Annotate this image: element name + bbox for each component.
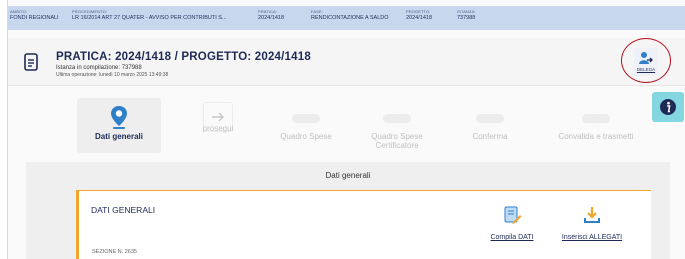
page-title: PRATICA: 2024/1418 / PROGETTO: 2024/1418	[56, 51, 311, 63]
step-placeholder	[383, 114, 411, 123]
document-icon	[24, 53, 38, 71]
step-label: Quadro Spese	[280, 132, 332, 141]
step-convalida-trasmetti[interactable]: Convalida e trasmetti	[546, 98, 646, 153]
instance-status: Istanza in compilazione: 737988	[56, 65, 142, 71]
step-conferma[interactable]: Conferma	[448, 98, 532, 153]
step-label: Dati generali	[94, 132, 143, 141]
section-panel-title: Dati generali	[325, 171, 371, 180]
breadcrumb-progetto: PROGETTO: 2024/1418	[406, 9, 432, 21]
step-label: Conferma	[472, 132, 508, 141]
app-frame: AMBITO: FONDI REGIONALI PROCEDIMENTO: LR…	[7, 0, 685, 259]
section-number: SEZIONE N. 2635	[92, 249, 137, 255]
breadcrumb-value: 2024/1418	[406, 15, 432, 21]
inserisci-allegati-button[interactable]: Inserisci ALLEGATI	[557, 205, 627, 241]
inserisci-allegati-label: Inserisci ALLEGATI	[561, 234, 623, 241]
breadcrumb-fase: FASE: RENDICONTAZIONE A SALDO	[311, 9, 389, 21]
highlight-ring	[621, 38, 671, 83]
info-button[interactable]	[652, 92, 684, 122]
breadcrumb-value: RENDICONTAZIONE A SALDO	[311, 15, 389, 21]
breadcrumb-value: LR 16/2014 ART 27 QUATER - AVVISO PER CO…	[72, 15, 227, 21]
step-placeholder	[476, 114, 504, 123]
breadcrumb-procedimento: PROCEDIMENTO: LR 16/2014 ART 27 QUATER -…	[72, 9, 227, 21]
map-pin-icon	[111, 106, 127, 129]
info-icon	[660, 99, 676, 115]
step-label: Convalida e trasmetti	[558, 132, 634, 141]
step-prosegui[interactable]: prosegui	[176, 98, 260, 153]
section-card: DATI GENERALI SEZIONE N. 2635 Compila DA…	[76, 190, 651, 259]
compila-dati-label: Compila DATI	[490, 234, 534, 241]
step-dati-generali[interactable]: Dati generali	[77, 98, 161, 153]
last-operation: Ultima operazione: lunedì 10 marzo 2025 …	[56, 72, 169, 78]
step-icon-box	[104, 102, 134, 132]
breadcrumb-pratica: PRATICA: 2024/1418	[258, 9, 284, 21]
pratica-header: PRATICA: 2024/1418 / PROGETTO: 2024/1418…	[8, 38, 685, 86]
breadcrumb: AMBITO: FONDI REGIONALI PROCEDIMENTO: LR…	[8, 6, 685, 30]
step-quadro-spese-certificatore[interactable]: Quadro Spese Certificatore	[355, 98, 439, 153]
breadcrumb-value: 2024/1418	[258, 15, 284, 21]
breadcrumb-value: FONDI REGIONALI	[10, 15, 59, 21]
download-icon	[584, 207, 600, 223]
edit-document-icon	[504, 206, 522, 224]
step-quadro-spese[interactable]: Quadro Spese	[264, 98, 348, 153]
compila-dati-button[interactable]: Compila DATI	[477, 205, 547, 241]
step-placeholder	[582, 114, 610, 123]
card-title: DATI GENERALI	[91, 205, 156, 215]
step-label: prosegui	[202, 124, 234, 133]
step-placeholder	[292, 114, 320, 123]
breadcrumb-istanza: ISTANZA: 737988	[457, 9, 476, 21]
breadcrumb-value: 737988	[457, 15, 476, 21]
step-label: Quadro Spese Certificatore	[371, 132, 423, 150]
breadcrumb-ambito: AMBITO: FONDI REGIONALI	[10, 9, 59, 21]
